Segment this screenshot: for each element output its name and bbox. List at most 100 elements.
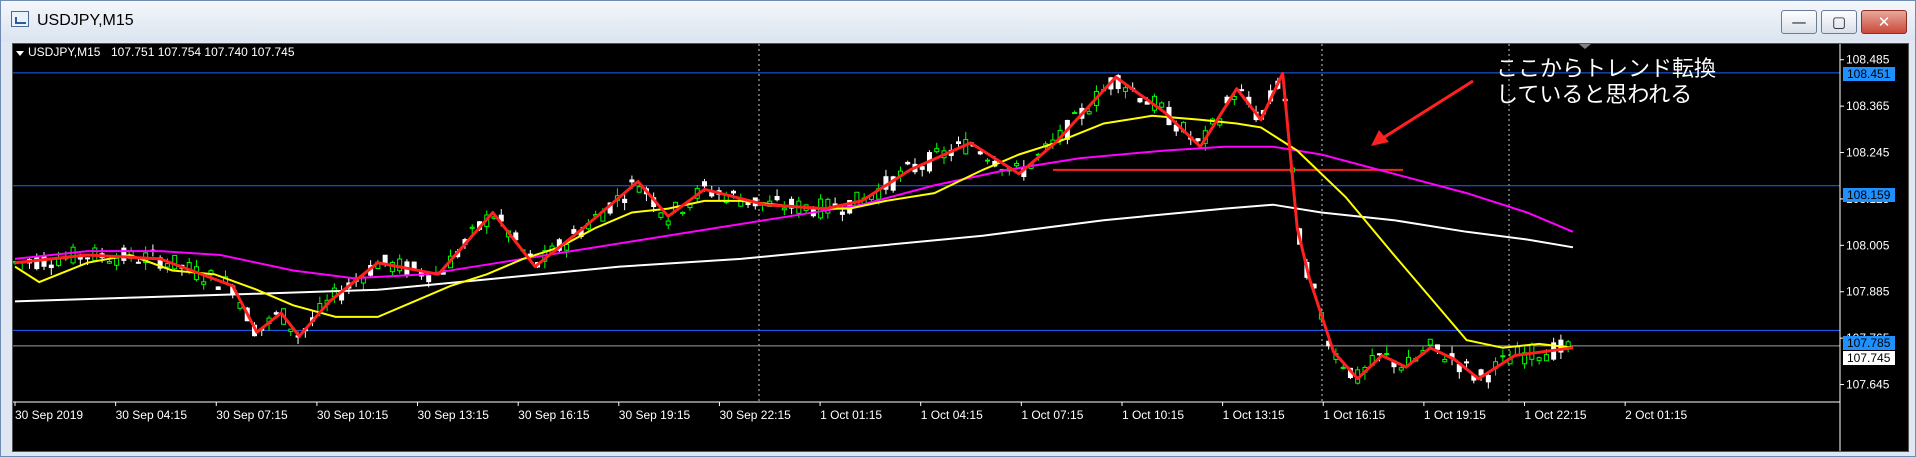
- symbol-label: USDJPY,M15: [28, 45, 101, 59]
- candle-body: [781, 207, 787, 211]
- candle-body: [905, 161, 911, 165]
- time-tick-label: 30 Sep 04:15: [116, 408, 188, 422]
- candle-body: [215, 286, 221, 290]
- candle-body: [1500, 355, 1506, 358]
- candle-body: [629, 179, 635, 183]
- arrow-head-icon: [1371, 130, 1389, 146]
- candle-body: [1014, 162, 1020, 167]
- candle-body: [164, 263, 170, 268]
- candle-body: [172, 254, 178, 270]
- time-tick-label: 1 Oct 22:15: [1525, 408, 1587, 422]
- chart-grid: [758, 44, 1510, 402]
- price-tick-label: 108.245: [1846, 146, 1890, 160]
- price-tag-level-3: 107.785: [1843, 336, 1895, 350]
- candle-body: [1340, 366, 1346, 369]
- price-tag-level-1: 108.451: [1843, 67, 1895, 81]
- candle-body: [1195, 138, 1201, 142]
- time-tick-label: 1 Oct 07:15: [1021, 408, 1083, 422]
- time-tick-label: 2 Oct 01:15: [1625, 408, 1687, 422]
- annotation-line-1: ここからトレンド転換: [1496, 56, 1716, 81]
- candle-body: [1122, 87, 1128, 92]
- time-tick-label: 30 Sep 16:15: [518, 408, 590, 422]
- minimize-button[interactable]: —: [1781, 10, 1817, 34]
- time-tick-label: 1 Oct 10:15: [1122, 408, 1184, 422]
- candle-body: [658, 212, 664, 218]
- time-tick-label: 1 Oct 13:15: [1223, 408, 1285, 422]
- chart-info: USDJPY,M15 107.751 107.754 107.740 107.7…: [16, 45, 295, 59]
- candle-body: [665, 220, 671, 226]
- red-zigzag-line: [14, 71, 1574, 381]
- candle-body: [701, 181, 707, 187]
- price-tick-label: 107.645: [1846, 378, 1890, 392]
- annotation-line-2: していると思われる: [1496, 82, 1692, 107]
- candle-body: [1072, 111, 1078, 114]
- candle-body: [854, 191, 860, 207]
- candle-body: [85, 257, 91, 260]
- candle-body: [1478, 369, 1484, 376]
- ma-mid-line: [14, 145, 1574, 280]
- chart-area[interactable]: USDJPY,M15 107.751 107.754 107.740 107.7…: [12, 43, 1909, 452]
- svg-text:108.451: 108.451: [1847, 67, 1891, 81]
- candle-body: [135, 261, 141, 264]
- horizontal-levels[interactable]: [13, 72, 1840, 347]
- candle-body: [201, 281, 207, 285]
- svg-text:108.159: 108.159: [1847, 188, 1891, 202]
- time-tick-label: 1 Oct 04:15: [921, 408, 983, 422]
- annotation-arrow-line: [1374, 79, 1474, 145]
- candle-body: [1536, 357, 1542, 362]
- candle-body: [1137, 98, 1143, 103]
- restore-button[interactable]: ▢: [1821, 10, 1857, 34]
- candle-body: [636, 186, 642, 193]
- time-tick-label: 1 Oct 16:15: [1323, 408, 1385, 422]
- candle-body: [106, 260, 112, 264]
- candle-body: [1427, 338, 1433, 346]
- price-tick-label: 108.005: [1846, 238, 1890, 252]
- candle-body: [41, 255, 47, 267]
- svg-text:107.745: 107.745: [1847, 351, 1891, 365]
- candle-body: [839, 211, 845, 215]
- candle-body: [1398, 367, 1404, 371]
- time-tick-label: 30 Sep 2019: [15, 408, 83, 422]
- candle-body: [426, 275, 432, 283]
- collapse-triangle-icon[interactable]: [16, 51, 24, 56]
- svg-text:107.785: 107.785: [1847, 336, 1891, 350]
- time-tick-label: 30 Sep 07:15: [216, 408, 288, 422]
- candle-body: [1384, 353, 1390, 356]
- candle-body: [1543, 353, 1549, 362]
- candle-body: [919, 166, 925, 170]
- candle-body: [680, 211, 686, 215]
- title-bar[interactable]: USDJPY,M15 — ▢ ✕: [1, 1, 1915, 41]
- price-tag-current: 107.745: [1843, 351, 1895, 365]
- time-axis: 30 Sep 2019 30 Sep 04:15 30 Sep 07:15 30 Se…: [14, 402, 1688, 422]
- candle-body: [1086, 111, 1092, 115]
- ohlc-label: 107.751 107.754 107.740 107.745: [111, 45, 295, 59]
- candle-body: [114, 257, 120, 266]
- window-title: USDJPY,M15: [37, 12, 134, 29]
- trend-lines[interactable]: [14, 71, 1574, 381]
- price-tick-label: 108.365: [1846, 99, 1890, 113]
- candle-body: [977, 151, 983, 155]
- price-chart[interactable]: USDJPY,M15 107.751 107.754 107.740 107.7…: [12, 44, 1908, 451]
- candle-body: [56, 258, 62, 266]
- candle-body: [934, 148, 940, 153]
- time-tick-label: 30 Sep 10:15: [317, 408, 389, 422]
- candle-body: [774, 195, 780, 201]
- candle-body: [1239, 89, 1245, 92]
- time-tick-label: 30 Sep 22:15: [719, 408, 791, 422]
- close-button[interactable]: ✕: [1861, 10, 1907, 34]
- candle-body: [1435, 344, 1441, 350]
- chart-shift-marker-icon[interactable]: [1579, 44, 1591, 49]
- candle-body: [985, 159, 991, 162]
- time-tick-label: 30 Sep 19:15: [619, 408, 691, 422]
- candle-body: [1442, 358, 1448, 363]
- candle-body: [731, 190, 737, 194]
- candle-body: [1159, 102, 1165, 108]
- candle-body: [469, 226, 475, 229]
- candle-body: [1485, 374, 1491, 383]
- terminal-window: USDJPY,M15 — ▢ ✕ USDJPY,M15 107.751 107.…: [0, 0, 1916, 457]
- time-tick-label: 1 Oct 01:15: [820, 408, 882, 422]
- time-tick-label: 30 Sep 13:15: [418, 408, 490, 422]
- candle-body: [1464, 361, 1470, 364]
- annotation: ここからトレンド転換 していると思われる: [1371, 56, 1716, 146]
- candle-body: [411, 261, 417, 269]
